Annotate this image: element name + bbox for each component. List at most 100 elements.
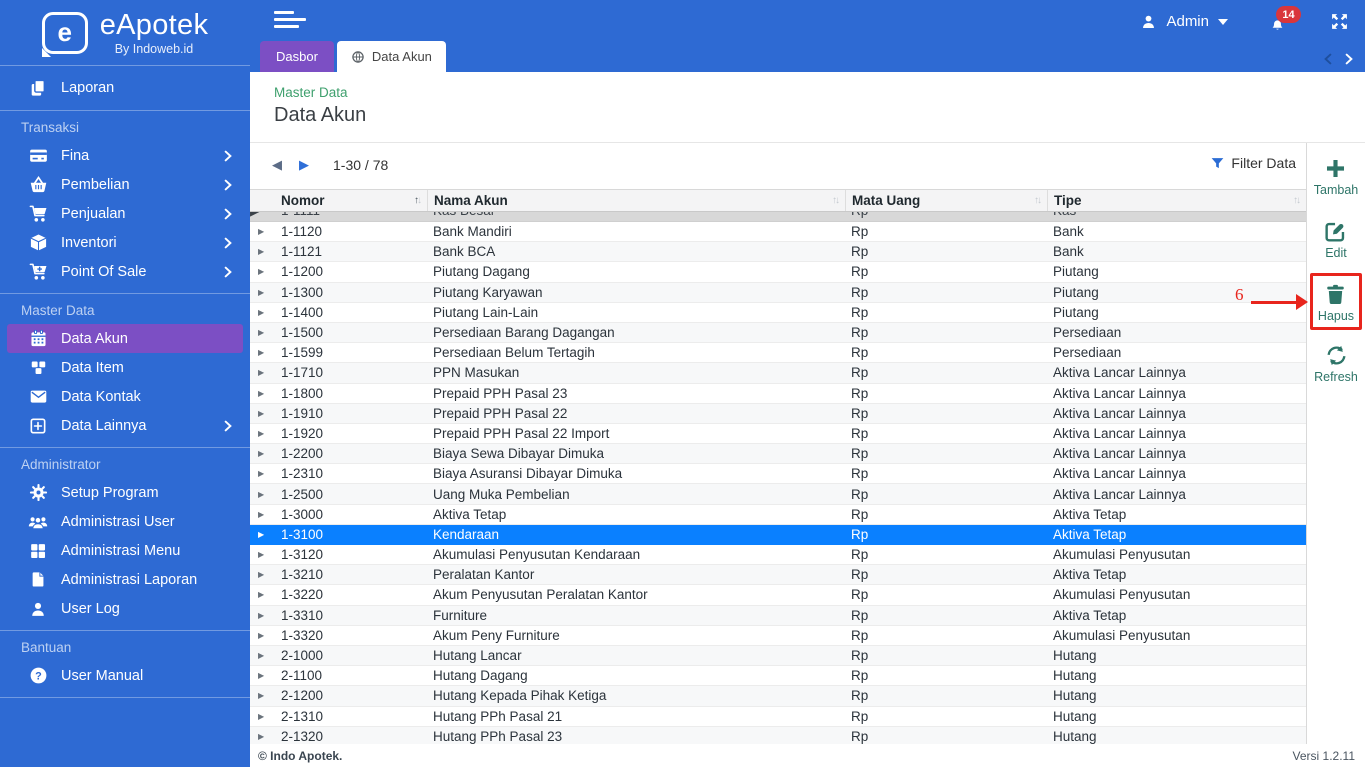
table-row[interactable]: ▶ 1-2310 Biaya Asuransi Dibayar Dimuka Rp Ak… [250,464,1306,485]
table-row[interactable]: ▶ 1-3210 Peralatan Kantor Rp Aktiva Tetap [250,565,1306,586]
table-row[interactable]: ▶ 1-1121 Bank BCA Rp Bank [250,242,1306,263]
table-row[interactable]: ▶ 1-2500 Uang Muka Pembelian Rp Aktiva Lanca… [250,484,1306,505]
table-row[interactable]: ▶ 2-1320 Hutang PPh Pasal 23 Rp Hutang [250,726,1306,744]
tab-scroll-left-icon[interactable] [1324,53,1332,65]
sidebar-item-user-log[interactable]: User Log [0,594,250,623]
column-header-nomor[interactable]: Nomor ↑↓ [276,190,427,211]
table-row[interactable]: ▶ 1-1800 Prepaid PPH Pasal 23 Rp Aktiva Lanc… [250,383,1306,404]
sidebar-item-point-of-sale[interactable]: Point Of Sale [0,257,250,286]
table-row[interactable]: ▶ 1-3120 Akumulasi Penyusutan Kendaraan Rp A… [250,545,1306,566]
table-row[interactable]: ▶ 2-1200 Hutang Kepada Pihak Ketiga Rp Hutan… [250,686,1306,707]
sidebar-item-administrasi-laporan[interactable]: Administrasi Laporan [0,565,250,594]
edit-button[interactable]: Edit [1324,219,1348,260]
tab-dasbor[interactable]: Dasbor [260,41,334,72]
next-page-icon[interactable]: ▶ [299,156,309,174]
row-expander-icon[interactable]: ▶ [250,389,276,398]
row-expander-icon[interactable]: ▶ [250,671,276,680]
row-expander-icon[interactable]: ▶ [250,469,276,478]
row-expander-icon[interactable]: ▶ [250,348,276,357]
tab-data-akun[interactable]: Data Akun [336,41,446,72]
row-expander-icon[interactable]: ▶ [250,550,276,559]
row-expander-icon[interactable]: ▶ [250,631,276,640]
filter-data-button[interactable]: Filter Data [1210,155,1296,171]
cell-nama-akun: Hutang PPh Pasal 21 [433,708,563,724]
table-row[interactable]: ▶ 1-3220 Akum Penyusutan Peralatan Kantor R… [250,585,1306,606]
row-expander-icon[interactable]: ▶ [250,409,276,418]
row-expander-icon[interactable]: ▶ [250,490,276,499]
row-expander-icon[interactable]: ▶ [250,429,276,438]
row-expander-icon[interactable]: ▶ [250,712,276,721]
hapus-button[interactable]: Hapus [1309,273,1363,330]
row-expander-icon[interactable]: ▶ [250,267,276,276]
user-menu[interactable]: Admin [1140,13,1228,30]
row-expander-icon[interactable]: ▶ [250,308,276,317]
refresh-button[interactable]: Refresh [1314,343,1358,384]
chevron-icon [223,236,232,249]
table-row[interactable]: ▶ 1-1599 Persediaan Belum Tertagih Rp Persed… [250,343,1306,364]
sidebar: e eApotek By Indoweb.id Laporan Transaks… [0,0,250,767]
sidebar-item-pembelian[interactable]: Pembelian [0,170,250,199]
sidebar-item-fina[interactable]: Fina [0,141,250,170]
sidebar-item-inventori[interactable]: Inventori [0,228,250,257]
table-row[interactable]: ▶ 1-1710 PPN Masukan Rp Aktiva Lancar Lainny… [250,363,1306,384]
table-row[interactable]: ▶ 2-1000 Hutang Lancar Rp Hutang [250,645,1306,667]
fullscreen-icon[interactable] [1330,12,1349,31]
row-expander-icon[interactable]: ▶ [250,227,276,236]
annotation-arrow [1251,301,1299,304]
table-row[interactable]: ▶ 1-1400 Piutang Lain-Lain Rp Piutang [250,302,1306,323]
table-row[interactable]: ▶ 1-2200 Biaya Sewa Dibayar Dimuka Rp Aktiva… [250,444,1306,465]
row-expander-icon[interactable]: ▶ [250,288,276,297]
row-expander-icon[interactable]: ▶ [250,651,276,660]
table-row[interactable]: ▶ 1-1120 Bank Mandiri Rp Bank [250,222,1306,243]
row-expander-icon[interactable]: ▶ [250,368,276,377]
tab-scroll-right-icon[interactable] [1345,53,1353,65]
row-expander-icon[interactable]: ▶ [250,247,276,256]
table-row[interactable]: ▶ 1-1920 Prepaid PPH Pasal 22 Import Rp Akti… [250,423,1306,445]
table-row[interactable]: ▶ 2-1100 Hutang Dagang Rp Hutang [250,666,1306,687]
row-expander-icon[interactable]: ▶ [250,732,276,741]
table-row[interactable]: ▶ 1-3320 Akum Peny Furniture Rp Akumulasi Pe… [250,625,1306,646]
row-expander-icon[interactable]: ▶ [250,510,276,519]
cell-tipe: Aktiva Lancar Lainnya [1053,425,1186,441]
tambah-button[interactable]: Tambah [1314,156,1358,197]
row-expander-icon[interactable]: ▶ [250,530,276,539]
sidebar-item-setup-program[interactable]: Setup Program [0,478,250,507]
row-expander-icon[interactable]: ▶ [250,570,276,579]
table-row[interactable]: ▶ 1-1300 Piutang Karyawan Rp Piutang [250,282,1306,303]
sidebar-item-administrasi-user[interactable]: Administrasi User [0,507,250,536]
notifications-button[interactable]: 14 [1270,6,1304,34]
row-expander-icon[interactable]: ▶ [250,590,276,599]
column-header-nama-akun[interactable]: Nama Akun ↑↓ [427,190,845,211]
table-row[interactable]: ▶ 1-3310 Furniture Rp Aktiva Tetap [250,605,1306,626]
sidebar-item-administrasi-menu[interactable]: Administrasi Menu [0,536,250,565]
cell-mata-uang: Rp [851,284,869,300]
cell-nomor: 1-1121 [281,244,323,260]
table-row[interactable]: ▶ 1-1910 Prepaid PPH Pasal 22 Rp Aktiva Lanc… [250,403,1306,424]
cell-nama-akun: Piutang Dagang [433,264,530,280]
sidebar-item-user-manual[interactable]: ? User Manual [0,661,250,690]
row-expander-icon[interactable]: ▶ [250,449,276,458]
table-row[interactable]: ▶ 1-1500 Persediaan Barang Dagangan Rp Perse… [250,322,1306,344]
sidebar-item-data-item[interactable]: Data Item [0,353,250,382]
menu-icon[interactable] [274,11,308,30]
table-row[interactable]: ▶ 2-1310 Hutang PPh Pasal 21 Rp Hutang [250,706,1306,727]
sidebar-item-laporan[interactable]: Laporan [0,73,250,102]
row-expander-icon[interactable]: ▶ [250,328,276,337]
cell-nama-akun: PPN Masukan [433,365,520,381]
cell-nomor: 1-2200 [281,446,324,462]
sidebar-item-label: Inventori [61,234,117,251]
app-name: eApotek [99,9,209,41]
sidebar-item-data-lainnya[interactable]: Data Lainnya [0,411,250,440]
prev-page-icon[interactable]: ◀ [272,156,282,174]
row-expander-icon[interactable]: ▶ [250,611,276,620]
table-row[interactable]: ▶ 1-3100 Kendaraan Rp Aktiva Tetap [250,524,1306,545]
sidebar-item-data-akun[interactable]: Data Akun [7,324,243,353]
table-row[interactable]: ▶ 1-3000 Aktiva Tetap Rp Aktiva Tetap [250,504,1306,525]
sidebar-item-data-kontak[interactable]: Data Kontak [0,382,250,411]
table-row[interactable]: ▶ 1-1200 Piutang Dagang Rp Piutang [250,262,1306,283]
row-expander-icon[interactable]: ▶ [250,691,276,700]
sidebar-item-penjualan[interactable]: Penjualan [0,199,250,228]
column-header-tipe[interactable]: Tipe ↑↓ [1047,190,1306,211]
column-header-mata-uang[interactable]: Mata Uang ↑↓ [845,190,1047,211]
table-row-partial[interactable]: ▶ 1-1111 Kas Besar Rp Kas [250,212,1306,222]
